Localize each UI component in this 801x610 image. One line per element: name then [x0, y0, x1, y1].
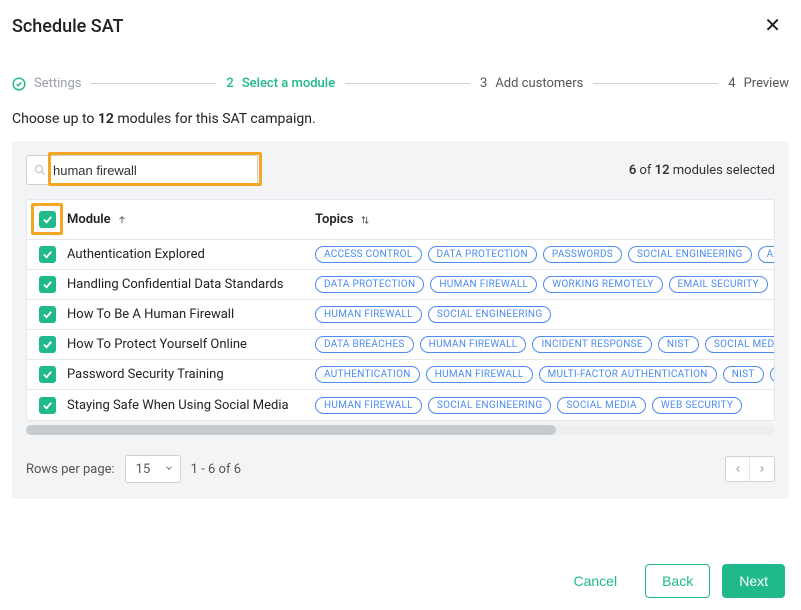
- topic-tag[interactable]: AUTHEN: [758, 246, 774, 263]
- cancel-button[interactable]: Cancel: [557, 564, 633, 598]
- page-prev-button[interactable]: [726, 457, 750, 481]
- module-name: Staying Safe When Using Social Media: [67, 398, 315, 413]
- column-header-module[interactable]: Module: [67, 212, 315, 227]
- topic-tag[interactable]: ACCESS CONTROL: [315, 246, 422, 263]
- table-header: Module Topics: [27, 200, 774, 240]
- step-label: Preview: [744, 76, 789, 91]
- row-checkbox[interactable]: [39, 336, 56, 353]
- module-table: Module Topics Authentication ExploredACC…: [26, 199, 775, 421]
- horizontal-scrollbar[interactable]: [26, 425, 775, 435]
- stepper: Settings 2 Select a module 3 Add custome…: [0, 48, 801, 111]
- step-number: 4: [728, 76, 735, 91]
- module-topics: AUTHENTICATION HUMAN FIREWALL MULTI-FACTOR…: [315, 366, 774, 383]
- step-add-customers[interactable]: 3 Add customers: [480, 76, 583, 91]
- table-row: How To Protect Yourself OnlineDATA BREAC…: [27, 330, 774, 360]
- module-topics: ACCESS CONTROL DATA PROTECTION PASSWORDS SO…: [315, 246, 774, 263]
- topic-tag[interactable]: INCIDENT RESPONSE: [532, 336, 651, 353]
- chevron-down-icon: [164, 462, 174, 477]
- module-name: Password Security Training: [67, 367, 315, 382]
- close-button[interactable]: ✕: [760, 12, 785, 40]
- topic-tag[interactable]: DATA PROTECTION: [428, 246, 537, 263]
- module-topics: HUMAN FIREWALL SOCIAL ENGINEERING SOCIAL M…: [315, 397, 774, 414]
- sort-asc-icon: [117, 214, 127, 226]
- topic-tag[interactable]: DATA PROTECTION: [315, 276, 424, 293]
- step-select-module[interactable]: 2 Select a module: [226, 76, 335, 91]
- selected-count: 6 of 12 modules selected: [629, 163, 775, 178]
- row-checkbox[interactable]: [39, 276, 56, 293]
- topic-tag[interactable]: SOCIAL MEDIA: [557, 397, 645, 414]
- search-input[interactable]: [26, 155, 258, 185]
- row-checkbox[interactable]: [39, 397, 56, 414]
- topic-tag[interactable]: MULTI-FACTOR AUTHENTICATION: [539, 366, 717, 383]
- topic-tag[interactable]: WEB SECURITY: [652, 397, 742, 414]
- column-header-topics[interactable]: Topics: [315, 212, 774, 227]
- topic-tag[interactable]: SOCIAL ENGINEERING: [428, 397, 552, 414]
- topic-tag[interactable]: NIST: [723, 366, 764, 383]
- topic-tag[interactable]: HUMAN FIREWALL: [426, 366, 533, 383]
- topic-tag[interactable]: DATA BREACHES: [315, 336, 414, 353]
- table-row: How To Be A Human FirewallHUMAN FIREWALL…: [27, 300, 774, 330]
- back-button[interactable]: Back: [645, 564, 710, 598]
- row-checkbox[interactable]: [39, 246, 56, 263]
- scrollbar-thumb[interactable]: [26, 425, 556, 435]
- select-all-checkbox[interactable]: [39, 211, 56, 228]
- sort-icon: [360, 214, 370, 226]
- modal-title: Schedule SAT: [12, 16, 124, 37]
- table-row: Staying Safe When Using Social MediaHUMA…: [27, 390, 774, 420]
- step-preview[interactable]: 4 Preview: [728, 76, 789, 91]
- topic-tag[interactable]: SOCIAL MEDIA: [705, 336, 774, 353]
- step-number: 2: [226, 76, 233, 91]
- topic-tag[interactable]: SOCIAL ENGINEERING: [628, 246, 752, 263]
- topic-tag[interactable]: WORKING REMOTELY: [543, 276, 662, 293]
- step-divider: [91, 83, 216, 84]
- step-divider: [593, 83, 718, 84]
- topic-tag[interactable]: NIST: [658, 336, 699, 353]
- table-row: Authentication ExploredACCESS CONTROL DAT…: [27, 240, 774, 270]
- topic-tag[interactable]: AUTHENTICATION: [315, 366, 420, 383]
- topic-tag[interactable]: EMAIL SECURITY: [669, 276, 768, 293]
- step-number: 3: [480, 76, 487, 91]
- topic-tag[interactable]: PASS: [770, 366, 774, 383]
- step-label: Add customers: [495, 76, 583, 91]
- page-range: 1 - 6 of 6: [191, 462, 241, 477]
- chevron-right-icon: [757, 462, 767, 477]
- module-name: Authentication Explored: [67, 247, 315, 262]
- topic-tag[interactable]: HUMAN FIREWALL: [315, 397, 422, 414]
- instruction-text: Choose up to 12 modules for this SAT cam…: [0, 111, 801, 141]
- next-button[interactable]: Next: [722, 564, 785, 598]
- check-circle-icon: [12, 77, 26, 91]
- chevron-left-icon: [733, 462, 743, 477]
- step-label: Select a module: [242, 76, 335, 91]
- rows-per-page-label: Rows per page:: [26, 462, 115, 477]
- table-row: Handling Confidential Data StandardsDATA…: [27, 270, 774, 300]
- topic-tag[interactable]: HUMAN FIREWALL: [420, 336, 527, 353]
- topic-tag[interactable]: HUMAN FIREWALL: [315, 306, 422, 323]
- row-checkbox[interactable]: [39, 366, 56, 383]
- module-name: Handling Confidential Data Standards: [67, 277, 315, 292]
- module-topics: HUMAN FIREWALL SOCIAL ENGINEERING: [315, 306, 774, 323]
- topic-tag[interactable]: HUMAN FIREWALL: [430, 276, 537, 293]
- row-checkbox[interactable]: [39, 306, 56, 323]
- step-label: Settings: [34, 76, 81, 91]
- module-name: How To Be A Human Firewall: [67, 307, 315, 322]
- step-divider: [345, 83, 470, 84]
- table-row: Password Security TrainingAUTHENTICATION…: [27, 360, 774, 390]
- rows-per-page-select[interactable]: 15: [125, 455, 181, 483]
- module-topics: DATA BREACHES HUMAN FIREWALL INCIDENT RESP…: [315, 336, 774, 353]
- module-name: How To Protect Yourself Online: [67, 337, 315, 352]
- page-next-button[interactable]: [750, 457, 774, 481]
- topic-tag[interactable]: SOCIAL ENGINEERING: [428, 306, 552, 323]
- module-panel: 6 of 12 modules selected Module Topics: [12, 141, 789, 499]
- topic-tag[interactable]: PASSWORDS: [543, 246, 622, 263]
- close-icon: ✕: [764, 15, 781, 37]
- module-topics: DATA PROTECTION HUMAN FIREWALL WORKING REM…: [315, 276, 774, 293]
- step-settings[interactable]: Settings: [12, 76, 81, 91]
- pager: [725, 456, 775, 482]
